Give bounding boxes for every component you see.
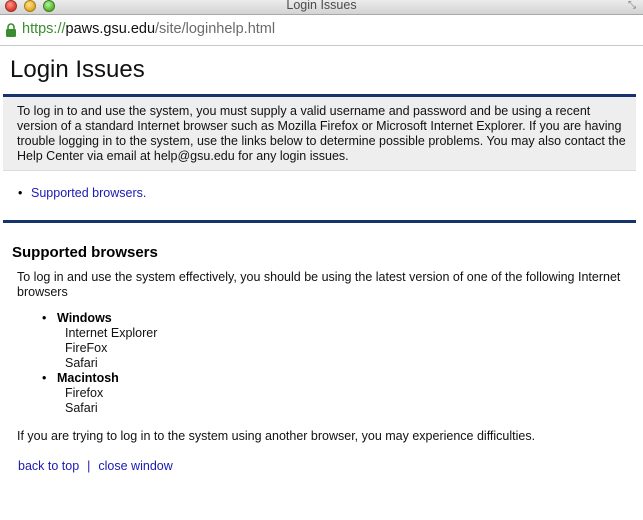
platform-name: Windows — [57, 311, 112, 325]
platform-name: Macintosh — [57, 371, 119, 385]
toc-bullet: • — [18, 186, 23, 200]
window-title: Login Issues — [286, 0, 357, 12]
resize-icon[interactable]: ⤡ — [628, 1, 638, 11]
window-titlebar: Login Issues ⤡ — [0, 0, 643, 15]
url-path: /site/loginhelp.html — [155, 21, 276, 37]
platform-bullet: • — [42, 311, 47, 325]
section-divider — [3, 220, 636, 223]
compatibility-note: If you are trying to log in to the syste… — [17, 429, 536, 443]
url-scheme: https:// — [22, 21, 66, 37]
footer-separator: | — [87, 459, 91, 473]
footer-links: back to top | close window — [18, 459, 173, 473]
browser-item: Internet Explorer — [65, 326, 158, 340]
toc-link-supported-browsers[interactable]: Supported browsers. — [31, 186, 146, 200]
url-text[interactable]: https://paws.gsu.edu/site/loginhelp.html — [22, 21, 275, 37]
section-lead: To log in and use the system effectively… — [17, 270, 621, 299]
browser-item: Safari — [65, 401, 98, 415]
close-window-link[interactable]: close window — [98, 459, 172, 473]
back-to-top-link[interactable]: back to top — [18, 459, 79, 473]
url-host: paws.gsu.edu — [65, 21, 156, 37]
browser-item: FireFox — [65, 341, 108, 355]
intro-text: To log in to and use the system, you mus… — [17, 104, 626, 163]
page-title: Login Issues — [10, 56, 145, 83]
browser-item: Firefox — [65, 386, 104, 400]
section-title: Supported browsers — [12, 244, 158, 261]
platform-bullet: • — [42, 371, 47, 385]
browser-item: Safari — [65, 356, 98, 370]
intro-box: To log in to and use the system, you mus… — [3, 97, 636, 171]
address-bar[interactable]: https://paws.gsu.edu/site/loginhelp.html — [0, 15, 643, 46]
lock-icon — [6, 23, 16, 37]
